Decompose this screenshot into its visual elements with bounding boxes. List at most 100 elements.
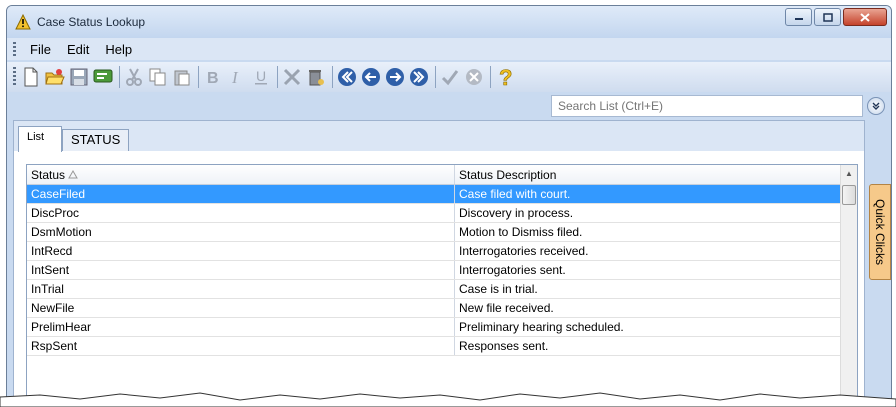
italic-icon: I bbox=[231, 68, 239, 86]
toolbar-separator bbox=[490, 66, 491, 88]
save-icon bbox=[70, 68, 88, 86]
tools-button[interactable] bbox=[281, 65, 303, 89]
cancel-button[interactable] bbox=[463, 65, 485, 89]
toolbar-separator bbox=[332, 66, 333, 88]
cut-button[interactable] bbox=[123, 65, 145, 89]
menu-grip[interactable] bbox=[13, 42, 16, 56]
table-row[interactable]: InTrial Case is in trial. bbox=[27, 280, 857, 299]
tab-list[interactable]: List bbox=[18, 126, 62, 152]
maximize-button[interactable] bbox=[814, 8, 841, 26]
quick-clicks-label: Quick Clicks bbox=[873, 198, 887, 265]
new-icon bbox=[24, 67, 38, 87]
status-grid: Status Status Description CaseFiled Case … bbox=[26, 164, 858, 404]
grid-header: Status Status Description bbox=[27, 165, 857, 185]
help-button[interactable]: ? bbox=[494, 65, 516, 89]
toolbar-grip[interactable] bbox=[13, 67, 16, 87]
cell-description: Discovery in process. bbox=[459, 206, 574, 220]
next-record-icon bbox=[386, 68, 404, 86]
menu-help[interactable]: Help bbox=[97, 42, 140, 57]
first-record-button[interactable] bbox=[336, 65, 358, 89]
table-row[interactable]: NewFile New file received. bbox=[27, 299, 857, 318]
check-button[interactable] bbox=[439, 65, 461, 89]
cell-description: Preliminary hearing scheduled. bbox=[459, 320, 624, 334]
svg-text:?: ? bbox=[499, 66, 512, 88]
cell-description: Case is in trial. bbox=[459, 282, 538, 296]
chevron-down-icon bbox=[872, 102, 880, 110]
table-row[interactable]: DsmMotion Motion to Dismiss filed. bbox=[27, 223, 857, 242]
cell-description: Responses sent. bbox=[459, 339, 549, 353]
title-bar[interactable]: Case Status Lookup bbox=[7, 6, 891, 38]
tab-status[interactable]: STATUS bbox=[62, 129, 130, 151]
column-header-description[interactable]: Status Description bbox=[455, 165, 841, 184]
delete-button[interactable] bbox=[305, 65, 327, 89]
table-row[interactable]: PrelimHear Preliminary hearing scheduled. bbox=[27, 318, 857, 337]
help-icon: ? bbox=[499, 66, 513, 88]
search-input[interactable] bbox=[551, 95, 863, 117]
menu-edit[interactable]: Edit bbox=[59, 42, 97, 57]
check-icon bbox=[441, 70, 459, 86]
torn-edge bbox=[0, 392, 896, 407]
menu-bar: File Edit Help bbox=[7, 38, 891, 60]
save-button[interactable] bbox=[68, 65, 90, 89]
copy-icon bbox=[149, 68, 166, 86]
table-row[interactable]: IntRecd Interrogatories received. bbox=[27, 242, 857, 261]
sort-ascending-icon bbox=[68, 169, 79, 179]
paste-icon bbox=[174, 70, 190, 86]
copy-button[interactable] bbox=[147, 65, 169, 89]
window-title: Case Status Lookup bbox=[37, 15, 146, 29]
table-row[interactable]: IntSent Interrogatories sent. bbox=[27, 261, 857, 280]
first-record-icon bbox=[338, 68, 356, 86]
minimize-button[interactable] bbox=[785, 8, 812, 26]
cell-status: RspSent bbox=[27, 337, 455, 355]
quick-clicks-tab[interactable]: Quick Clicks bbox=[869, 184, 891, 280]
toolbar-separator bbox=[198, 66, 199, 88]
cell-status: PrelimHear bbox=[27, 318, 455, 336]
previous-record-icon bbox=[362, 68, 380, 86]
tab-strip: List STATUS bbox=[14, 121, 864, 152]
italic-button[interactable]: I bbox=[226, 65, 248, 89]
comment-button[interactable] bbox=[92, 65, 114, 89]
cell-description: New file received. bbox=[459, 301, 554, 315]
minimize-icon bbox=[794, 18, 803, 20]
comment-icon bbox=[93, 69, 113, 83]
table-row[interactable]: CaseFiled Case filed with court. bbox=[27, 185, 857, 204]
underline-icon: U bbox=[255, 68, 267, 85]
scrollbar-thumb[interactable] bbox=[842, 185, 856, 205]
warning-icon bbox=[15, 14, 31, 30]
cell-description: Interrogatories received. bbox=[459, 244, 589, 258]
cell-description: Case filed with court. bbox=[459, 187, 571, 201]
new-button[interactable] bbox=[20, 65, 42, 89]
column-header-status-label: Status bbox=[31, 168, 66, 182]
main-panel: List STATUS Status Status Description Ca… bbox=[13, 120, 865, 404]
vertical-scrollbar[interactable]: ▲ bbox=[840, 165, 857, 403]
last-record-button[interactable] bbox=[408, 65, 430, 89]
underline-button[interactable]: U bbox=[250, 65, 272, 89]
column-header-status[interactable]: Status bbox=[27, 165, 455, 184]
cell-status: NewFile bbox=[27, 299, 455, 317]
table-row[interactable]: RspSent Responses sent. bbox=[27, 337, 857, 356]
previous-record-button[interactable] bbox=[360, 65, 382, 89]
tools-icon bbox=[283, 68, 301, 86]
cancel-icon bbox=[466, 69, 482, 85]
menu-file[interactable]: File bbox=[22, 42, 59, 57]
scroll-up-arrow-icon[interactable]: ▲ bbox=[841, 165, 857, 182]
open-button[interactable] bbox=[44, 65, 66, 89]
window-controls bbox=[785, 8, 887, 26]
cell-description: Motion to Dismiss filed. bbox=[459, 225, 583, 239]
toolbar-separator bbox=[119, 66, 120, 88]
cell-status: IntRecd bbox=[27, 242, 455, 260]
last-record-icon bbox=[410, 68, 428, 86]
close-button[interactable] bbox=[843, 8, 887, 26]
table-row[interactable]: DiscProc Discovery in process. bbox=[27, 204, 857, 223]
next-record-button[interactable] bbox=[384, 65, 406, 89]
maximize-icon bbox=[822, 12, 833, 22]
toolbar-separator bbox=[277, 66, 278, 88]
paste-button[interactable] bbox=[171, 65, 193, 89]
cell-description: Interrogatories sent. bbox=[459, 263, 566, 277]
search-options-button[interactable] bbox=[867, 97, 885, 115]
cell-status: DiscProc bbox=[27, 204, 455, 222]
close-icon bbox=[860, 12, 870, 22]
cell-status: InTrial bbox=[27, 280, 455, 298]
bold-button[interactable]: B bbox=[202, 65, 224, 89]
open-icon bbox=[45, 69, 65, 85]
